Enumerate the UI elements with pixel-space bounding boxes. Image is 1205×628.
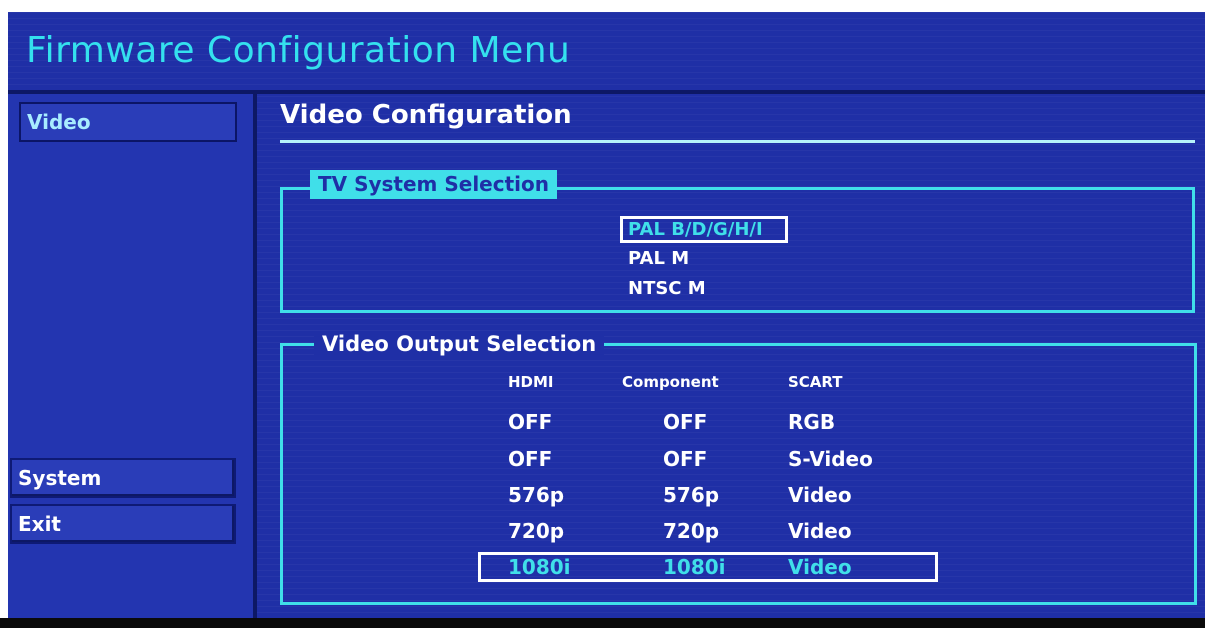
component-value: 1080i <box>663 555 726 579</box>
hdmi-value: 576p <box>508 483 565 507</box>
sidebar-item-system[interactable]: System <box>10 458 236 498</box>
component-value: OFF <box>663 447 708 471</box>
scart-value: RGB <box>788 410 836 434</box>
hdmi-value: 1080i <box>508 555 571 579</box>
screen-bezel <box>0 618 1205 628</box>
hdmi-value: OFF <box>508 447 553 471</box>
sidebar-item-exit[interactable]: Exit <box>10 504 236 544</box>
tv-option-pal-bdghi[interactable]: PAL B/D/G/H/I <box>620 216 788 243</box>
scart-value: S-Video <box>788 447 873 471</box>
scart-value: Video <box>788 555 852 579</box>
sidebar: Video System Exit <box>8 94 253 618</box>
component-value: 720p <box>663 519 720 543</box>
output-option-row[interactable]: OFF OFF RGB <box>478 407 938 437</box>
output-option-row[interactable]: 720p 720p Video <box>478 516 938 546</box>
scart-value: Video <box>788 483 852 507</box>
panel-title-underline <box>280 140 1195 143</box>
panel-title: Video Configuration <box>280 100 572 130</box>
hdmi-value: OFF <box>508 410 553 434</box>
tv-screen: Firmware Configuration Menu Video System… <box>8 12 1205 618</box>
output-option-row-selected[interactable]: 1080i 1080i Video <box>478 552 938 582</box>
output-option-row[interactable]: 576p 576p Video <box>478 480 938 510</box>
column-header-scart: SCART <box>788 373 843 391</box>
tv-system-group <box>280 187 1195 313</box>
app-title: Firmware Configuration Menu <box>26 30 571 71</box>
scart-value: Video <box>788 519 852 543</box>
component-value: 576p <box>663 483 720 507</box>
output-option-row[interactable]: OFF OFF S-Video <box>478 444 938 474</box>
tv-system-legend: TV System Selection <box>310 170 557 199</box>
video-output-legend: Video Output Selection <box>314 332 605 356</box>
sidebar-divider <box>253 94 257 618</box>
component-value: OFF <box>663 410 708 434</box>
tv-option-pal-m[interactable]: PAL M <box>628 248 689 269</box>
column-header-hdmi: HDMI <box>508 373 554 391</box>
hdmi-value: 720p <box>508 519 565 543</box>
tv-option-ntsc-m[interactable]: NTSC M <box>628 278 706 299</box>
sidebar-item-video[interactable]: Video <box>19 102 237 142</box>
column-header-component: Component <box>622 373 719 391</box>
